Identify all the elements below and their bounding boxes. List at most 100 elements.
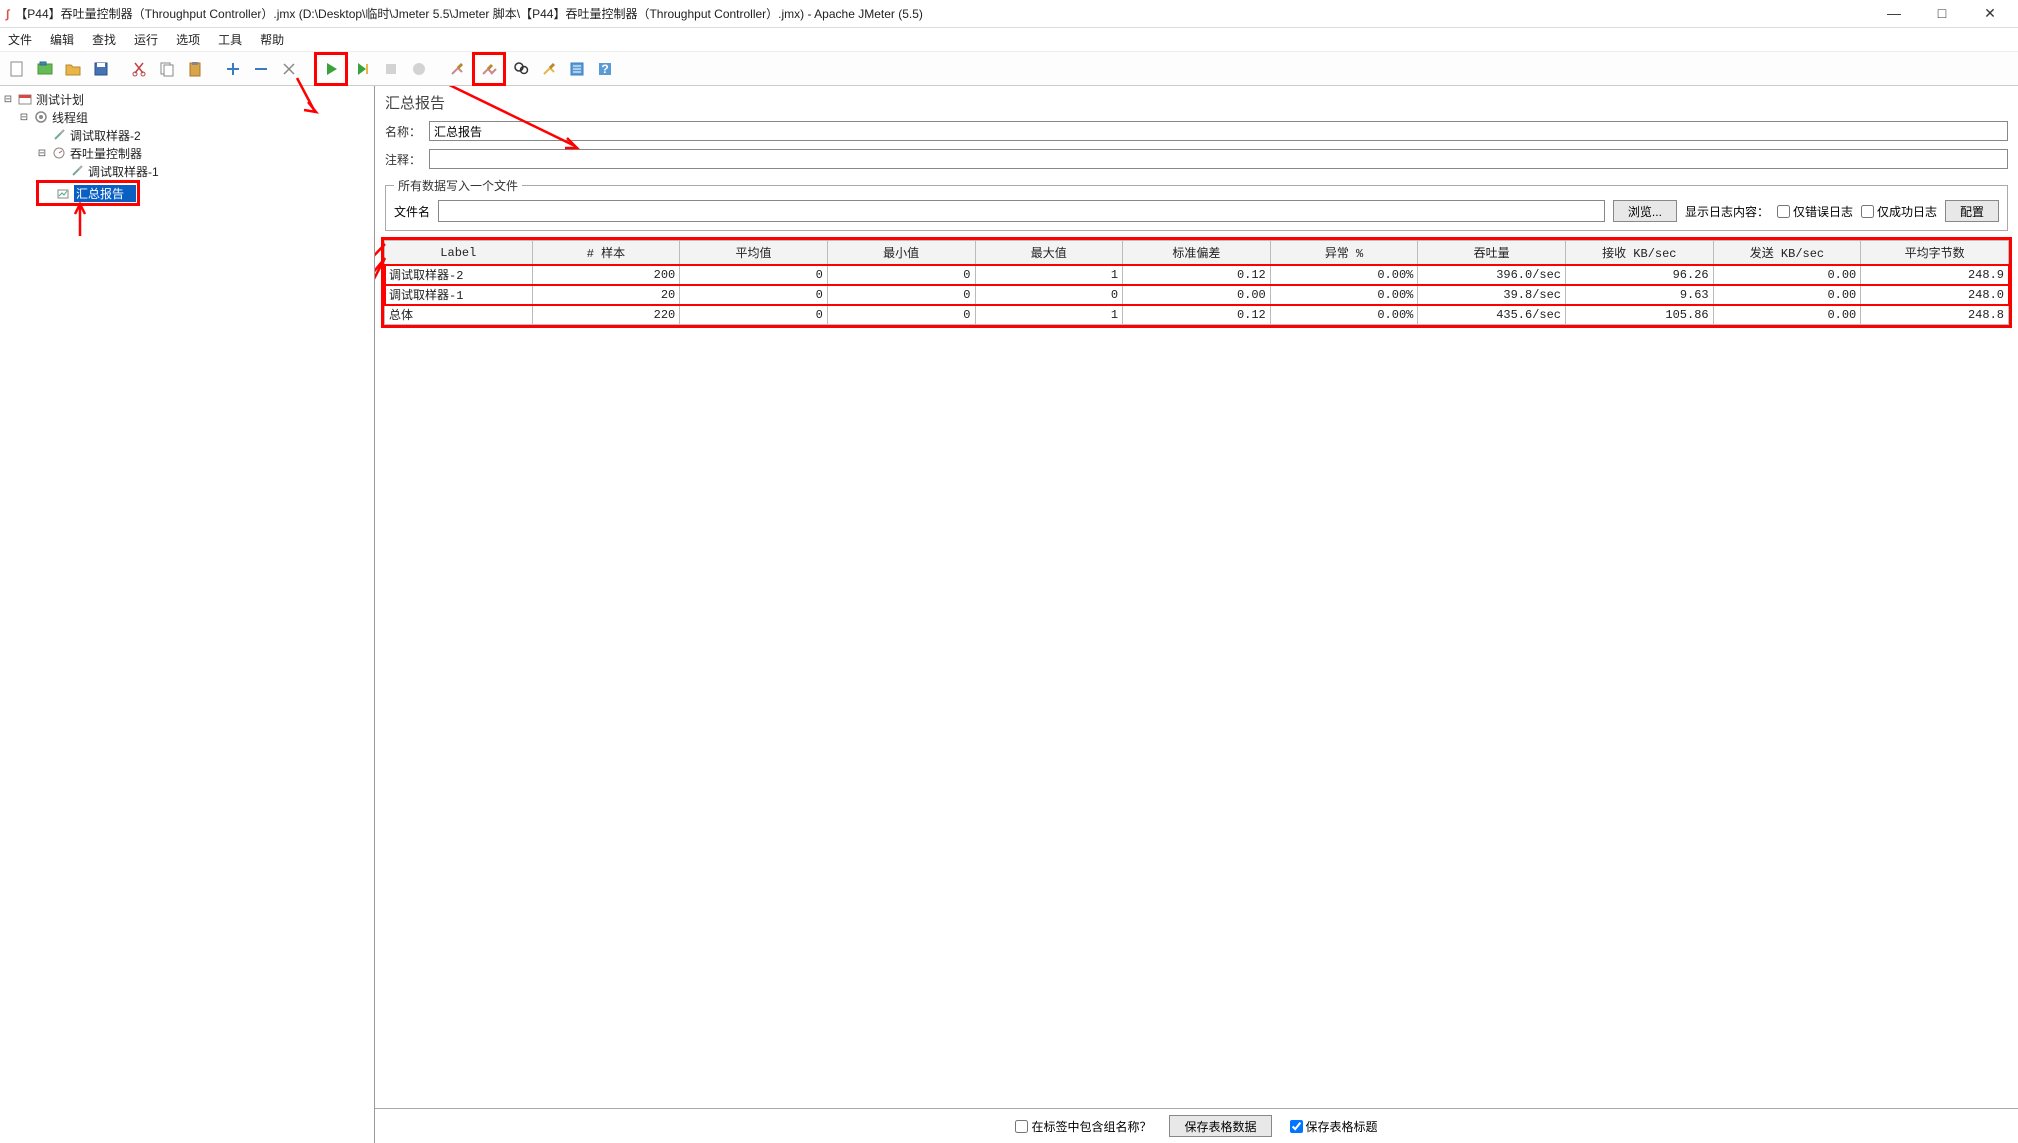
browse-button[interactable]: 浏览... — [1613, 200, 1677, 222]
function-helper-icon[interactable] — [564, 56, 590, 82]
results-table-wrap: Label# 样本平均值最小值最大值标准偏差异常 %吞吐量接收 KB/sec发送… — [381, 237, 2012, 328]
collapse-icon[interactable]: ⊟ — [2, 94, 14, 105]
toggle-icon[interactable] — [276, 56, 302, 82]
menu-file[interactable]: 文件 — [8, 31, 32, 48]
tree-label: 线程组 — [52, 109, 88, 126]
listener-icon — [55, 185, 71, 201]
collapse-icon[interactable]: ⊟ — [18, 112, 30, 123]
menu-run[interactable]: 运行 — [134, 31, 158, 48]
table-cell: 0.00 — [1123, 285, 1271, 305]
menubar: 文件 编辑 查找 运行 选项 工具 帮助 — [0, 28, 2018, 52]
tree-summary-report[interactable]: 汇总报告 — [40, 184, 136, 202]
search-icon[interactable] — [508, 56, 534, 82]
threadgroup-icon — [33, 109, 49, 125]
maximize-button[interactable]: □ — [1930, 5, 1954, 22]
separator — [116, 56, 124, 82]
tree-test-plan[interactable]: ⊟ 测试计划 — [2, 90, 372, 108]
column-header[interactable]: 异常 % — [1270, 241, 1418, 265]
copy-icon[interactable] — [154, 56, 180, 82]
tree-label: 汇总报告 — [74, 185, 136, 202]
table-cell: 0.00% — [1270, 285, 1418, 305]
separator — [304, 56, 312, 82]
success-only-checkbox[interactable]: 仅成功日志 — [1861, 203, 1937, 220]
table-cell: 96.26 — [1566, 265, 1714, 285]
table-cell: 0.00% — [1270, 265, 1418, 285]
show-log-label: 显示日志内容： — [1685, 203, 1769, 220]
configure-button[interactable]: 配置 — [1945, 200, 1999, 222]
menu-options[interactable]: 选项 — [176, 31, 200, 48]
table-cell: 0.12 — [1123, 265, 1271, 285]
cut-icon[interactable] — [126, 56, 152, 82]
close-button[interactable]: ✕ — [1978, 5, 2002, 22]
table-cell: 总体 — [385, 305, 533, 325]
open-icon[interactable] — [60, 56, 86, 82]
filename-label: 文件名 — [394, 203, 430, 220]
templates-icon[interactable] — [32, 56, 58, 82]
minimize-button[interactable]: — — [1882, 5, 1906, 22]
table-cell: 248.8 — [1861, 305, 2009, 325]
name-input[interactable] — [429, 121, 2008, 141]
controller-icon — [51, 145, 67, 161]
tree-throughput-controller[interactable]: ⊟ 吞吐量控制器 — [2, 144, 372, 162]
comment-row: 注释： — [375, 145, 2018, 173]
clear-icon[interactable] — [444, 56, 470, 82]
table-row[interactable]: 调试取样器-1200000.000.00%39.8/sec9.630.00248… — [385, 285, 2009, 305]
table-cell: 248.0 — [1861, 285, 2009, 305]
column-header[interactable]: 吞吐量 — [1418, 241, 1566, 265]
name-row: 名称： — [375, 117, 2018, 145]
comment-label: 注释： — [385, 151, 423, 168]
menu-help[interactable]: 帮助 — [260, 31, 284, 48]
column-header[interactable]: 发送 KB/sec — [1713, 241, 1861, 265]
clear-all-icon[interactable] — [476, 56, 502, 82]
menu-search[interactable]: 查找 — [92, 31, 116, 48]
table-cell: 0 — [975, 285, 1123, 305]
table-cell: 9.63 — [1566, 285, 1714, 305]
filename-input[interactable] — [438, 200, 1605, 222]
column-header[interactable]: 平均字节数 — [1861, 241, 2009, 265]
start-no-pause-icon[interactable] — [350, 56, 376, 82]
toolbar: ? — [0, 52, 2018, 86]
shutdown-icon[interactable] — [406, 56, 432, 82]
menu-tools[interactable]: 工具 — [218, 31, 242, 48]
reset-search-icon[interactable] — [536, 56, 562, 82]
tree-thread-group[interactable]: ⊟ 线程组 — [2, 108, 372, 126]
column-header[interactable]: 接收 KB/sec — [1566, 241, 1714, 265]
start-icon[interactable] — [318, 56, 344, 82]
table-cell: 220 — [532, 305, 680, 325]
column-header[interactable]: # 样本 — [532, 241, 680, 265]
table-cell: 105.86 — [1566, 305, 1714, 325]
collapse-icon[interactable]: ⊟ — [36, 148, 48, 159]
help-icon[interactable]: ? — [592, 56, 618, 82]
table-cell: 0 — [827, 305, 975, 325]
tree-label: 调试取样器-1 — [88, 163, 159, 180]
column-header[interactable]: 最大值 — [975, 241, 1123, 265]
save-table-button[interactable]: 保存表格数据 — [1169, 1115, 1271, 1137]
collapse-icon[interactable] — [248, 56, 274, 82]
save-header-checkbox[interactable]: 保存表格标题 — [1290, 1118, 1378, 1135]
errors-only-checkbox[interactable]: 仅错误日志 — [1777, 203, 1853, 220]
table-row[interactable]: 总体2200010.120.00%435.6/sec105.860.00248.… — [385, 305, 2009, 325]
comment-input[interactable] — [429, 149, 2008, 169]
menu-edit[interactable]: 编辑 — [50, 31, 74, 48]
stop-icon[interactable] — [378, 56, 404, 82]
save-icon[interactable] — [88, 56, 114, 82]
paste-icon[interactable] — [182, 56, 208, 82]
table-row[interactable]: 调试取样器-22000010.120.00%396.0/sec96.260.00… — [385, 265, 2009, 285]
tree-sampler-2[interactable]: 调试取样器-2 — [2, 126, 372, 144]
table-cell: 0.00 — [1713, 265, 1861, 285]
column-header[interactable]: 最小值 — [827, 241, 975, 265]
tree-sampler-1[interactable]: 调试取样器-1 — [2, 162, 372, 180]
jmeter-logo-icon: ∫ — [6, 7, 9, 21]
column-header[interactable]: 平均值 — [680, 241, 828, 265]
include-group-checkbox[interactable]: 在标签中包含组名称？ — [1015, 1118, 1151, 1135]
table-cell: 0 — [680, 265, 828, 285]
expand-icon[interactable] — [220, 56, 246, 82]
right-pane: 汇总报告 名称： 注释： 所有数据写入一个文件 文件名 浏览... 显示日志内容… — [375, 86, 2018, 1143]
column-header[interactable]: Label — [385, 241, 533, 265]
sampler-icon — [69, 163, 85, 179]
column-header[interactable]: 标准偏差 — [1123, 241, 1271, 265]
table-cell: 0.12 — [1123, 305, 1271, 325]
table-cell: 0 — [827, 265, 975, 285]
new-icon[interactable] — [4, 56, 30, 82]
table-cell: 0 — [680, 285, 828, 305]
